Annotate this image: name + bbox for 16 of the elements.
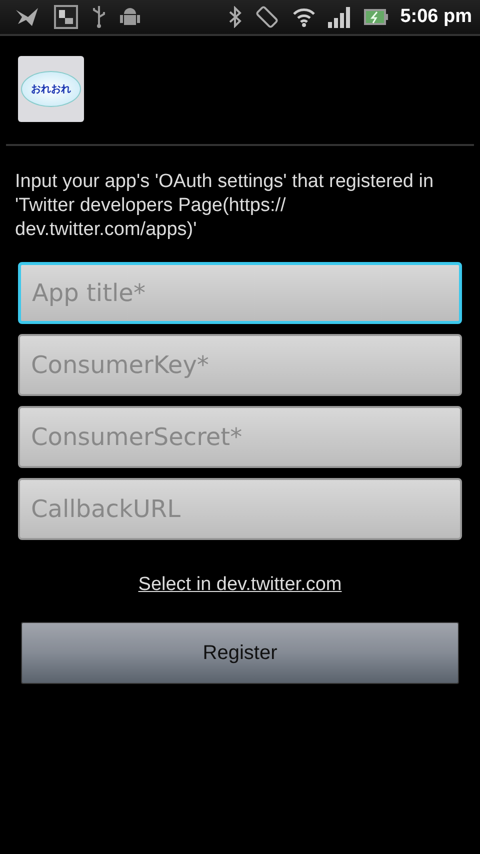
input-field[interactable]: ConsumerKey*: [18, 334, 462, 396]
android-icon: [120, 6, 140, 28]
wifi-icon: [292, 6, 316, 28]
usb-icon: [92, 5, 106, 29]
battery-icon: [364, 9, 388, 25]
input-field[interactable]: App title*: [18, 262, 462, 324]
input-field[interactable]: ConsumerSecret*: [18, 406, 462, 468]
instructions-text: Input your app's 'OAuth settings' that registered in 'Twitter developers Page(https:// dev.twitter.com/apps)': [15, 170, 435, 242]
clock-time: 5:06 pm: [400, 6, 472, 28]
input-field[interactable]: CallbackURL: [18, 478, 462, 540]
bluetooth-icon: [228, 6, 242, 28]
speech-bubble: おれおれ: [21, 71, 81, 107]
select-link[interactable]: Select in dev.twitter.com: [138, 574, 342, 595]
rotate-phone-icon: [254, 5, 280, 29]
register-button[interactable]: Register: [21, 622, 459, 684]
signal-icon: [328, 6, 352, 28]
